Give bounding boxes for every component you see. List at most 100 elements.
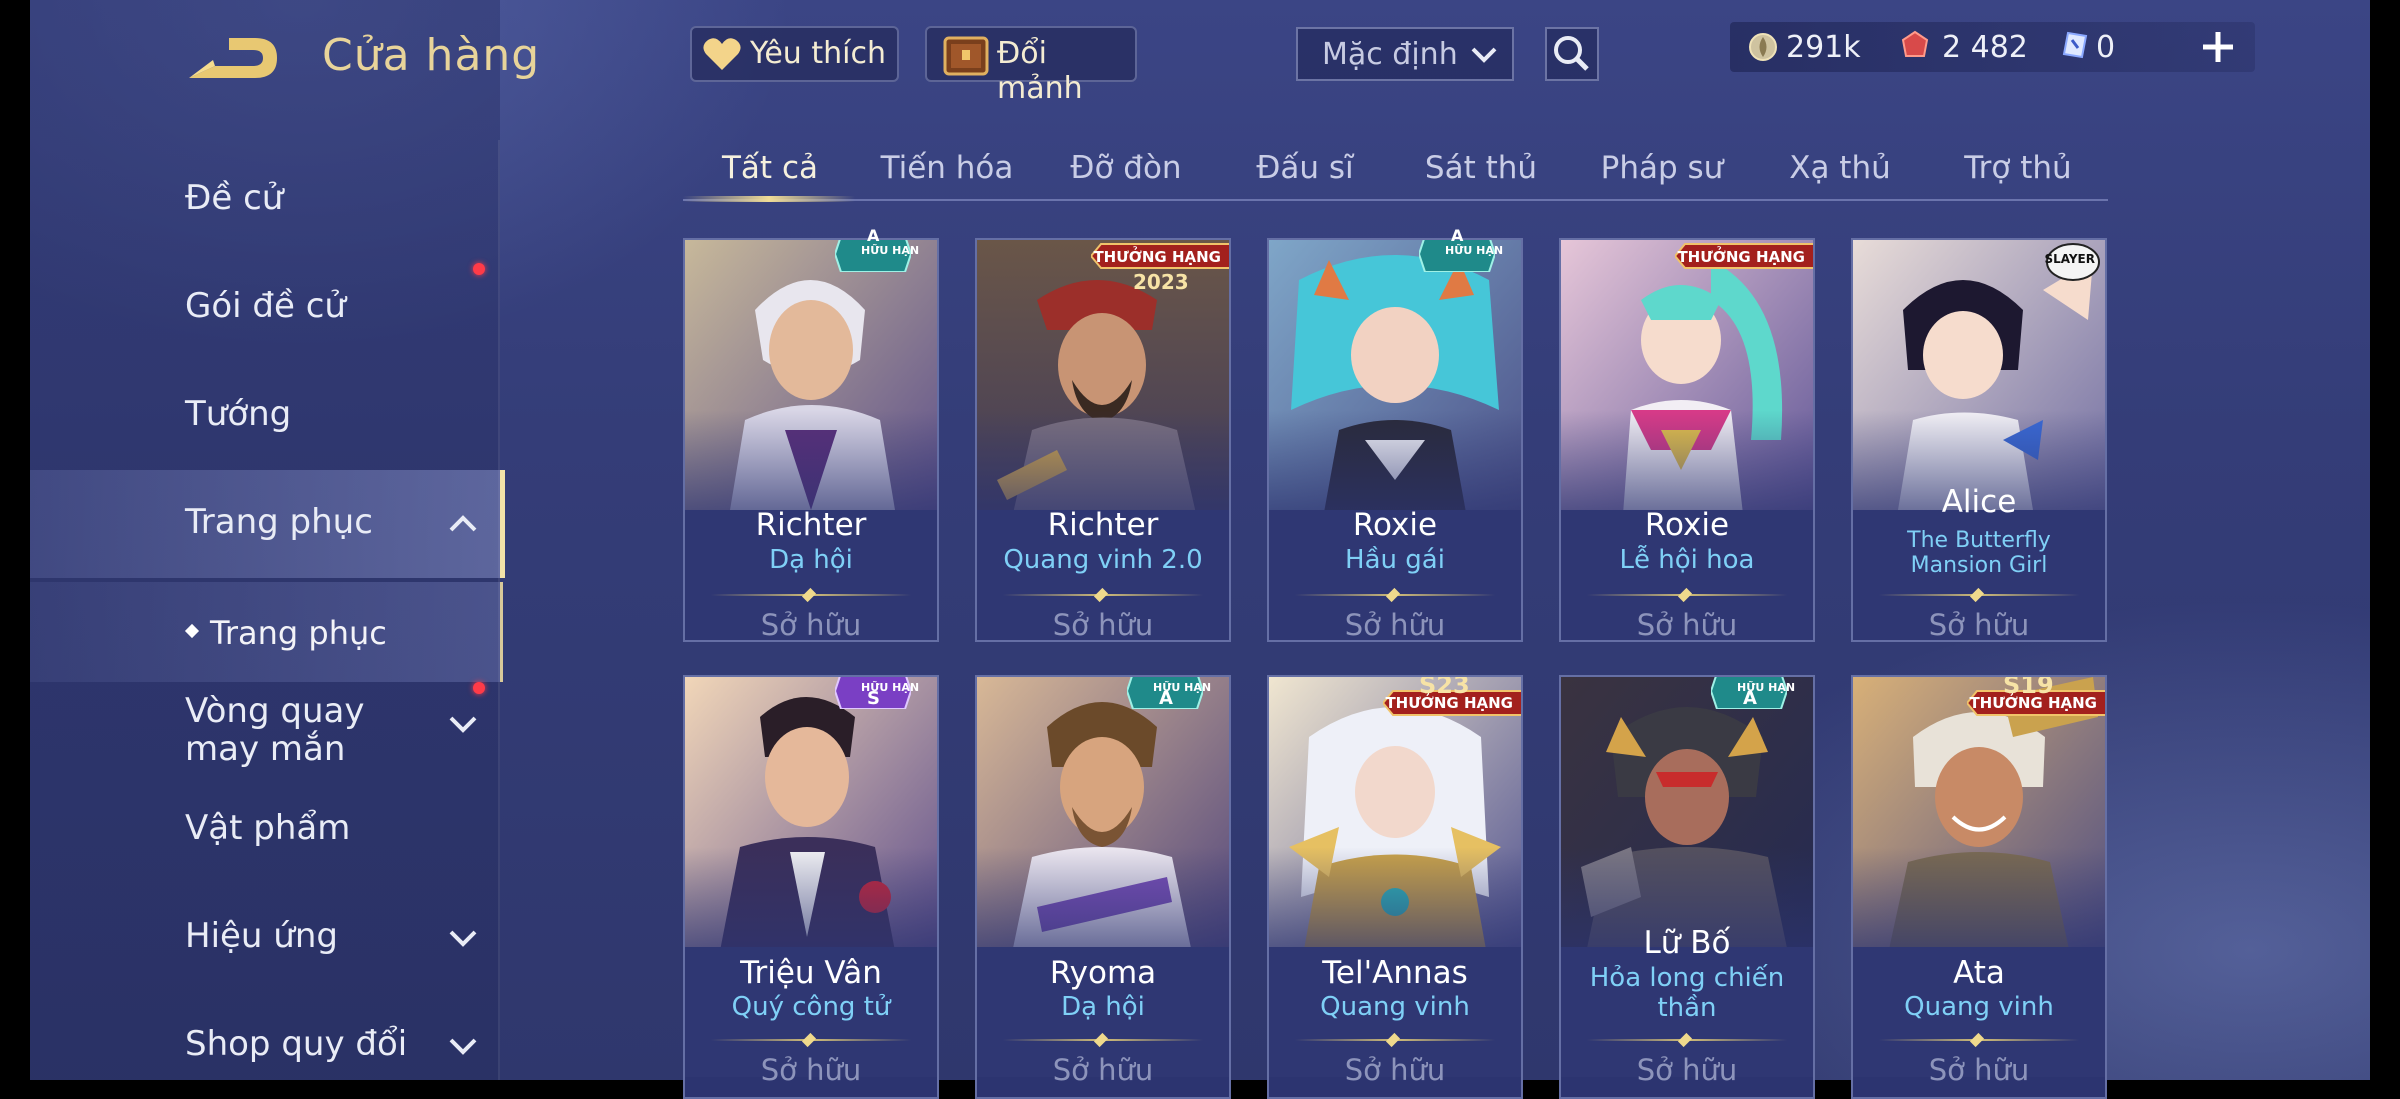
owned-status: Sở hữu: [1928, 608, 2030, 642]
tab-evolution[interactable]: Tiến hóa: [867, 150, 1027, 186]
gold-amount: 291k: [1786, 30, 1861, 65]
sidebar-item-label: Vật phẩm: [185, 808, 351, 848]
skin-name: Lễ hội hoa: [1619, 545, 1755, 575]
sidebar-item-recommended[interactable]: Đề cử: [30, 150, 500, 250]
hero-name: Tel'Annas: [1322, 955, 1468, 991]
skin-name: Quang vinh: [1320, 992, 1470, 1022]
tab-all[interactable]: Tất cả: [690, 150, 850, 186]
voucher-gem-icon: [1901, 30, 1929, 57]
sort-value: Mặc định: [1322, 37, 1458, 72]
card-info: Lữ Bố Hỏa long chiến thần Sở hữu: [1561, 925, 1813, 1087]
screen-edge-right: [2370, 0, 2400, 1080]
exchange-label: Đổi mảnh: [997, 36, 1083, 106]
card-info: Ryoma Dạ hội Sở hữu: [977, 947, 1229, 1087]
skin-name: Hầu gái: [1345, 545, 1445, 575]
grade-letter: A: [1159, 688, 1173, 709]
divider-gem: [1385, 587, 1401, 603]
chest-icon: [943, 36, 989, 76]
sidebar-item-effects[interactable]: Hiệu ứng: [30, 888, 500, 988]
sidebar-item-recommended-packs[interactable]: Gói đề cử: [30, 258, 500, 358]
badge-text: HỮU HẠN: [1445, 244, 1504, 257]
badge-text: THƯỞNG HẠNG: [1093, 248, 1221, 266]
sidebar-item-lucky-spin[interactable]: Vòng quay may mắn: [30, 682, 500, 782]
sidebar-subitem-label: Trang phục: [210, 614, 387, 652]
season-badge-text: S19: [2003, 675, 2054, 699]
owned-status: Sở hữu: [1344, 1053, 1446, 1087]
owned-status: Sở hữu: [1928, 1053, 2030, 1087]
badge-text: SLAYER: [2044, 252, 2095, 266]
page-title: Cửa hàng: [322, 30, 541, 81]
tab-fighter[interactable]: Đấu sĩ: [1225, 150, 1385, 186]
skin-name: Quý công tử: [731, 992, 891, 1022]
divider-gem: [1969, 587, 1985, 603]
owned-status: Sở hữu: [760, 608, 862, 642]
divider-gem: [1093, 1032, 1109, 1048]
divider-gem: [801, 587, 817, 603]
divider-gem: [801, 1032, 817, 1048]
card-info: Roxie Hầu gái Sở hữu: [1269, 507, 1521, 642]
badge-text: THƯỞNG HẠNG: [1677, 248, 1805, 266]
token-amount: 0: [2096, 30, 2116, 65]
card-info: Roxie Lễ hội hoa Sở hữu: [1561, 507, 1813, 642]
voucher-amount: 2 482: [1942, 30, 2028, 65]
hero-name: Roxie: [1352, 507, 1438, 543]
chevron-down-icon: [449, 716, 477, 733]
hero-name: Alice: [1941, 484, 2017, 520]
gold-coin-icon: [1749, 33, 1777, 61]
exchange-shards-button[interactable]: Đổi mảnh: [925, 26, 1137, 106]
bullet-icon: [184, 623, 200, 639]
skin-name: Hỏa long chiến thần: [1589, 963, 1785, 1023]
skin-card[interactable]: SLAYER Alice The Butterfly Mansion Girl …: [1851, 238, 2107, 642]
search-button[interactable]: [1545, 27, 1599, 81]
hero-name: Triệu Vân: [740, 955, 882, 991]
sidebar-item-exchange-shop[interactable]: Shop quy đổi: [30, 996, 500, 1096]
skin-card[interactable]: THƯỞNG HẠNG S19 Ata Quang vinh Sở hữu: [1851, 675, 2107, 1099]
divider-gem: [1677, 587, 1693, 603]
divider-gem: [1093, 587, 1109, 603]
skin-card[interactable]: HỮU HẠN Triệu Vân Quý công tử Sở hữu: [683, 675, 939, 1099]
tab-mage[interactable]: Pháp sư: [1582, 150, 1742, 186]
skin-card[interactable]: THƯỞNG HẠNG 2023 Richter Quang vinh 2.0 …: [975, 238, 1231, 642]
favorites-button[interactable]: Yêu thích: [690, 26, 899, 82]
plus-icon: [2203, 32, 2233, 62]
owned-status: Sở hữu: [1344, 608, 1446, 642]
skin-card[interactable]: HỮU HẠN Lữ Bố Hỏa long chiến thần Sở hữu: [1559, 675, 1815, 1099]
sidebar-item-skins[interactable]: Trang phục: [30, 470, 505, 578]
sidebar-item-label: Shop quy đổi: [185, 1024, 408, 1064]
card-info: Ata Quang vinh Sở hữu: [1853, 947, 2105, 1087]
heart-icon: [703, 38, 741, 70]
tab-marksman[interactable]: Xạ thủ: [1760, 150, 1920, 186]
skin-card[interactable]: THƯỞNG HẠNG Roxie Lễ hội hoa Sở hữu: [1559, 238, 1815, 642]
hero-name: Richter: [755, 507, 867, 543]
hero-name: Ryoma: [1049, 955, 1157, 991]
tab-tank[interactable]: Đỡ đòn: [1046, 150, 1206, 186]
sidebar-item-heroes[interactable]: Tướng: [30, 366, 500, 466]
owned-status: Sở hữu: [1636, 1053, 1738, 1087]
search-icon: [1554, 36, 1589, 71]
skin-card[interactable]: HỮU HẠN Roxie Hầu gái Sở hữu: [1267, 238, 1523, 642]
badge-text: HỮU HẠN: [861, 244, 920, 257]
notification-dot: [473, 682, 485, 694]
tab-support[interactable]: Trợ thủ: [1938, 150, 2098, 186]
sort-dropdown[interactable]: Mặc định: [1296, 27, 1514, 81]
tab-assassin[interactable]: Sát thủ: [1401, 150, 1561, 186]
shop-screen: Cửa hàng Đề cử Gói đề cử Tướng Trang phụ…: [0, 0, 2400, 1099]
sidebar-subitem-skins[interactable]: Trang phục: [30, 582, 503, 682]
grade-letter: A: [1743, 688, 1757, 709]
skin-name: Quang vinh: [1904, 992, 2054, 1022]
token-card-icon: [2062, 31, 2088, 59]
screen-edge-left: [0, 0, 30, 1080]
back-arrow-icon: [189, 38, 277, 78]
skin-name: Quang vinh 2.0: [1003, 545, 1203, 575]
card-info: Triệu Vân Quý công tử Sở hữu: [685, 947, 937, 1087]
sidebar-item-label: Đề cử: [185, 178, 284, 218]
sidebar-item-items[interactable]: Vật phẩm: [30, 780, 500, 880]
card-info: Tel'Annas Quang vinh Sở hữu: [1269, 947, 1521, 1087]
owned-status: Sở hữu: [1636, 608, 1738, 642]
add-currency-button[interactable]: [2195, 24, 2241, 70]
skin-card[interactable]: THƯỞNG HẠNG S23 Tel'Annas Quang vinh Sở …: [1267, 675, 1523, 1099]
skin-card[interactable]: HỮU HẠN Richter Dạ hội Sở hữu: [683, 238, 939, 642]
back-button[interactable]: [185, 30, 285, 90]
skin-card[interactable]: HỮU HẠN Ryoma Dạ hội Sở hữu: [975, 675, 1231, 1099]
sidebar-item-label: Gói đề cử: [185, 286, 346, 326]
